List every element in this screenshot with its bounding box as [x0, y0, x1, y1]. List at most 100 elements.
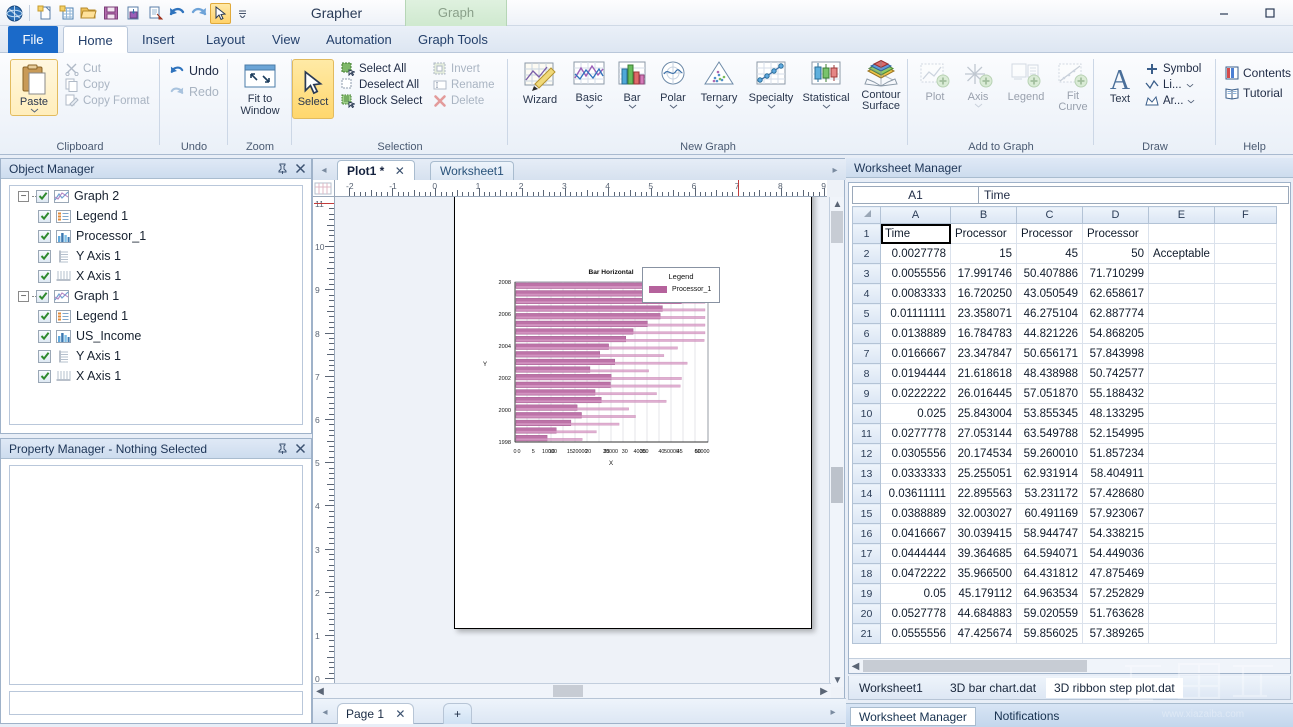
sheet-tab-3d-ribbon-step-plot[interactable]: 3D ribbon step plot.dat: [1046, 678, 1183, 698]
ribbon-tab-layout[interactable]: Layout: [192, 26, 259, 53]
worksheet-row[interactable]: 14 0.03611111 22.895563 53.231172 57.428680: [852, 483, 1277, 504]
tutorial-button[interactable]: Tutorial: [1222, 85, 1293, 101]
paste-button[interactable]: Paste: [10, 59, 58, 116]
worksheet-cell[interactable]: [1148, 543, 1215, 564]
chart-bar-overlay[interactable]: [515, 354, 665, 357]
worksheet-row[interactable]: 1 Time Processor Processor Processor: [852, 223, 1277, 244]
copy-format-button[interactable]: Copy Format: [62, 93, 154, 109]
add-plot-button[interactable]: Plot: [914, 61, 956, 105]
status-tab-notifications[interactable]: Notifications: [986, 707, 1067, 726]
worksheet-cell[interactable]: [1213, 543, 1277, 564]
tree-checkbox[interactable]: [38, 269, 51, 283]
row-header[interactable]: 16: [852, 523, 881, 544]
add-axis-button[interactable]: Axis: [956, 61, 1000, 110]
app-menu-icon[interactable]: [4, 3, 25, 24]
minimize-button[interactable]: [1201, 0, 1247, 26]
worksheet-cell[interactable]: [1148, 623, 1215, 644]
worksheet-cell[interactable]: [1148, 603, 1215, 624]
add-fit-curve-button[interactable]: Fit Curve: [1052, 61, 1094, 115]
tree-item-x-axis-1[interactable]: X Axis 1: [10, 266, 302, 286]
worksheet-cell[interactable]: 20.174534: [950, 443, 1017, 464]
row-header[interactable]: 2: [852, 243, 881, 264]
chart-bar-overlay[interactable]: [515, 323, 706, 327]
ribbon-tab-automation[interactable]: Automation: [312, 26, 406, 53]
worksheet-cell[interactable]: 58.404911: [1082, 463, 1149, 484]
worksheet-cell[interactable]: 47.425674: [950, 623, 1017, 644]
tree-item-processor-1[interactable]: Processor_1: [10, 226, 302, 246]
worksheet-cell[interactable]: 59.856025: [1016, 623, 1083, 644]
worksheet-cell[interactable]: 64.431812: [1016, 563, 1083, 584]
chart-bar-overlay[interactable]: [515, 377, 682, 380]
ribbon-tab-insert[interactable]: Insert: [128, 26, 189, 53]
worksheet-cell[interactable]: [1148, 343, 1215, 364]
worksheet-cell[interactable]: 58.944747: [1016, 523, 1083, 544]
page-scroll-right-icon[interactable]: ▸: [826, 705, 840, 719]
worksheet-row[interactable]: 2 0.0027778 15 45 50 Acceptable: [852, 243, 1277, 264]
worksheet-cell[interactable]: 52.154995: [1082, 423, 1149, 444]
chart-bar-overlay[interactable]: [515, 392, 657, 396]
chart-bar-overlay[interactable]: [515, 415, 636, 418]
worksheet-cell[interactable]: 23.358071: [950, 303, 1017, 324]
worksheet-cell[interactable]: 64.963534: [1016, 583, 1083, 604]
row-header[interactable]: 14: [852, 483, 881, 504]
worksheet-cell[interactable]: 63.549788: [1016, 423, 1083, 444]
scroll-left-icon[interactable]: ◀: [313, 684, 327, 699]
worksheet-cell[interactable]: 54.338215: [1082, 523, 1149, 544]
ws-scroll-left-icon[interactable]: ◀: [849, 659, 862, 673]
bar-graph-button[interactable]: Bar: [612, 58, 652, 111]
tree-expander-icon[interactable]: −: [18, 190, 29, 202]
worksheet-cell[interactable]: 50.656171: [1016, 343, 1083, 364]
worksheet-row[interactable]: 10 0.025 25.843004 53.855345 48.133295: [852, 403, 1277, 424]
undo-button[interactable]: Undo: [166, 63, 222, 79]
worksheet-cell[interactable]: 48.133295: [1082, 403, 1149, 424]
redo-button[interactable]: Redo: [166, 84, 222, 100]
symbol-button[interactable]: Symbol: [1142, 61, 1214, 77]
pin-icon[interactable]: [275, 442, 289, 456]
chart-bar-overlay[interactable]: [515, 438, 583, 441]
tree-checkbox[interactable]: [38, 249, 51, 263]
worksheet-cell[interactable]: 62.887774: [1082, 303, 1149, 324]
worksheet-cell[interactable]: 0.0527778: [880, 603, 951, 624]
worksheet-cell[interactable]: 50.407886: [1016, 263, 1083, 284]
worksheet-cell[interactable]: 0.0027778: [880, 243, 951, 264]
worksheet-row[interactable]: 12 0.0305556 20.174534 59.260010 51.857234: [852, 443, 1277, 464]
worksheet-cell[interactable]: 22.895563: [950, 483, 1017, 504]
select-tool-icon[interactable]: [210, 2, 231, 24]
worksheet-row[interactable]: 9 0.0222222 26.016445 57.051870 55.188432: [852, 383, 1277, 404]
tab-plot1[interactable]: Plot1 * ✕: [337, 160, 415, 180]
close-icon[interactable]: [293, 162, 307, 176]
column-header-D[interactable]: D: [1082, 206, 1149, 224]
row-header[interactable]: 7: [852, 343, 881, 364]
worksheet-cell[interactable]: [1213, 303, 1277, 324]
worksheet-row[interactable]: 13 0.0333333 25.255051 62.931914 58.404911: [852, 463, 1277, 484]
worksheet-cell[interactable]: [1148, 403, 1215, 424]
worksheet-row[interactable]: 6 0.0138889 16.784783 44.821226 54.868205: [852, 323, 1277, 344]
worksheet-cell[interactable]: [1213, 283, 1277, 304]
worksheet-cell[interactable]: 62.931914: [1016, 463, 1083, 484]
worksheet-cell[interactable]: [1148, 563, 1215, 584]
worksheet-cell[interactable]: Time: [880, 223, 951, 244]
chart-bar-overlay[interactable]: [515, 384, 681, 388]
row-header[interactable]: 4: [852, 283, 881, 304]
tree-checkbox[interactable]: [38, 229, 51, 243]
ternary-graph-button[interactable]: Ternary: [694, 58, 744, 111]
tree-checkbox[interactable]: [36, 289, 49, 303]
worksheet-cell[interactable]: 0.0083333: [880, 283, 951, 304]
worksheet-cell[interactable]: [1148, 423, 1215, 444]
tree-expander-icon[interactable]: −: [18, 290, 29, 302]
worksheet-cell[interactable]: [1213, 403, 1277, 424]
tree-item-legend-1[interactable]: Legend 1: [10, 206, 302, 226]
worksheet-cell[interactable]: [1148, 463, 1215, 484]
vertical-ruler[interactable]: 11 10 9 8 7 6 5 4 3 2 1 0: [313, 197, 335, 687]
row-header[interactable]: 19: [852, 583, 881, 604]
worksheet-cell[interactable]: 0.0194444: [880, 363, 951, 384]
chart-bar-overlay[interactable]: [515, 316, 706, 319]
text-button[interactable]: A Text: [1100, 61, 1140, 107]
worksheet-cell[interactable]: [1213, 223, 1277, 244]
row-header[interactable]: 3: [852, 263, 881, 284]
worksheet-cell[interactable]: 0.0388889: [880, 503, 951, 524]
worksheet-cell[interactable]: 45: [1016, 243, 1083, 264]
worksheet-cell[interactable]: 57.923067: [1082, 503, 1149, 524]
redo-icon[interactable]: [188, 3, 209, 24]
chart-bar-overlay[interactable]: [515, 369, 649, 373]
